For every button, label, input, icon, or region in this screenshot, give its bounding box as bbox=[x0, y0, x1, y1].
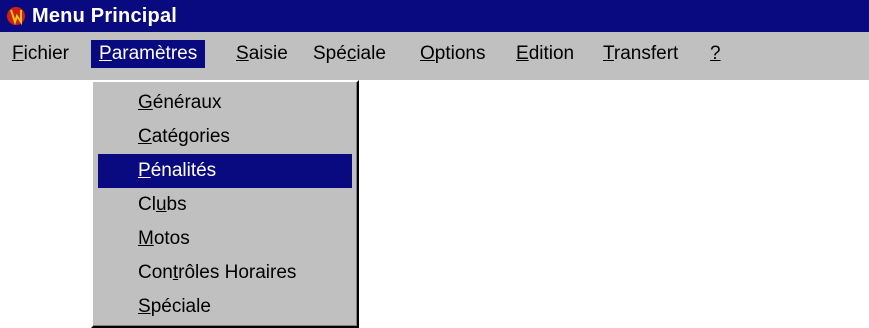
label-text: énéraux bbox=[152, 92, 222, 113]
window-title: Menu Principal bbox=[32, 4, 178, 27]
mnemonic-letter: ? bbox=[710, 43, 721, 64]
menu-speciale[interactable]: Spéciale bbox=[305, 40, 394, 68]
label-text: ransfert bbox=[613, 43, 679, 64]
menu-options[interactable]: Options bbox=[412, 40, 493, 68]
label-text: bs bbox=[166, 194, 187, 215]
menu-saisie[interactable]: Saisie bbox=[228, 40, 296, 68]
label-text: dition bbox=[528, 43, 575, 64]
mnemonic-letter: u bbox=[155, 194, 167, 215]
dropdown-item-clubs[interactable]: Clubs bbox=[98, 188, 352, 222]
title-bar: Menu Principal bbox=[0, 0, 869, 32]
label-text: rôles Horaires bbox=[178, 262, 297, 283]
menu-fichier[interactable]: Fichier bbox=[4, 40, 77, 68]
label-text: péciale bbox=[150, 296, 211, 317]
label-text: iale bbox=[356, 43, 386, 64]
label-text: ptions bbox=[434, 43, 486, 64]
dropdown-item-speciale[interactable]: Spéciale bbox=[98, 290, 352, 324]
mnemonic-letter: P bbox=[99, 43, 112, 64]
mnemonic-letter: T bbox=[603, 43, 614, 64]
dropdown-item-generaux[interactable]: Généraux bbox=[98, 86, 352, 120]
mnemonic-letter: C bbox=[138, 126, 152, 147]
menu-edition[interactable]: Edition bbox=[508, 40, 582, 68]
dropdown-item-controles-horaires[interactable]: Contrôles Horaires bbox=[98, 256, 352, 290]
label-text: aramètres bbox=[111, 43, 198, 64]
label-text: aisie bbox=[248, 43, 288, 64]
menu-bar: Fichier Paramètres Saisie Spéciale Optio… bbox=[0, 32, 869, 80]
menu-help[interactable]: ? bbox=[702, 40, 729, 68]
label-text: ichier bbox=[23, 43, 70, 64]
dropdown-item-categories[interactable]: Catégories bbox=[98, 120, 352, 154]
menu-parametres[interactable]: Paramètres bbox=[91, 40, 206, 68]
label-text: Spé bbox=[313, 43, 347, 64]
mnemonic-letter: O bbox=[420, 43, 435, 64]
mnemonic-letter: S bbox=[236, 43, 249, 64]
label-text: atégories bbox=[151, 126, 230, 147]
parametres-dropdown-menu: Généraux Catégories Pénalités Clubs Moto… bbox=[91, 80, 359, 328]
label-text: énalités bbox=[150, 160, 217, 181]
mnemonic-letter: F bbox=[12, 43, 24, 64]
dropdown-item-motos[interactable]: Motos bbox=[98, 222, 352, 256]
mnemonic-letter: S bbox=[138, 296, 151, 317]
label-text: Con bbox=[138, 262, 173, 283]
menu-transfert[interactable]: Transfert bbox=[595, 40, 686, 68]
mnemonic-letter: P bbox=[138, 160, 151, 181]
label-text: Cl bbox=[138, 194, 156, 215]
mnemonic-letter: G bbox=[138, 92, 153, 113]
app-logo-icon[interactable] bbox=[6, 6, 26, 26]
dropdown-item-penalites[interactable]: Pénalités bbox=[98, 154, 352, 188]
mnemonic-letter: c bbox=[346, 43, 357, 64]
label-text: otos bbox=[153, 228, 190, 249]
mnemonic-letter: M bbox=[138, 228, 154, 249]
mnemonic-letter: E bbox=[516, 43, 529, 64]
